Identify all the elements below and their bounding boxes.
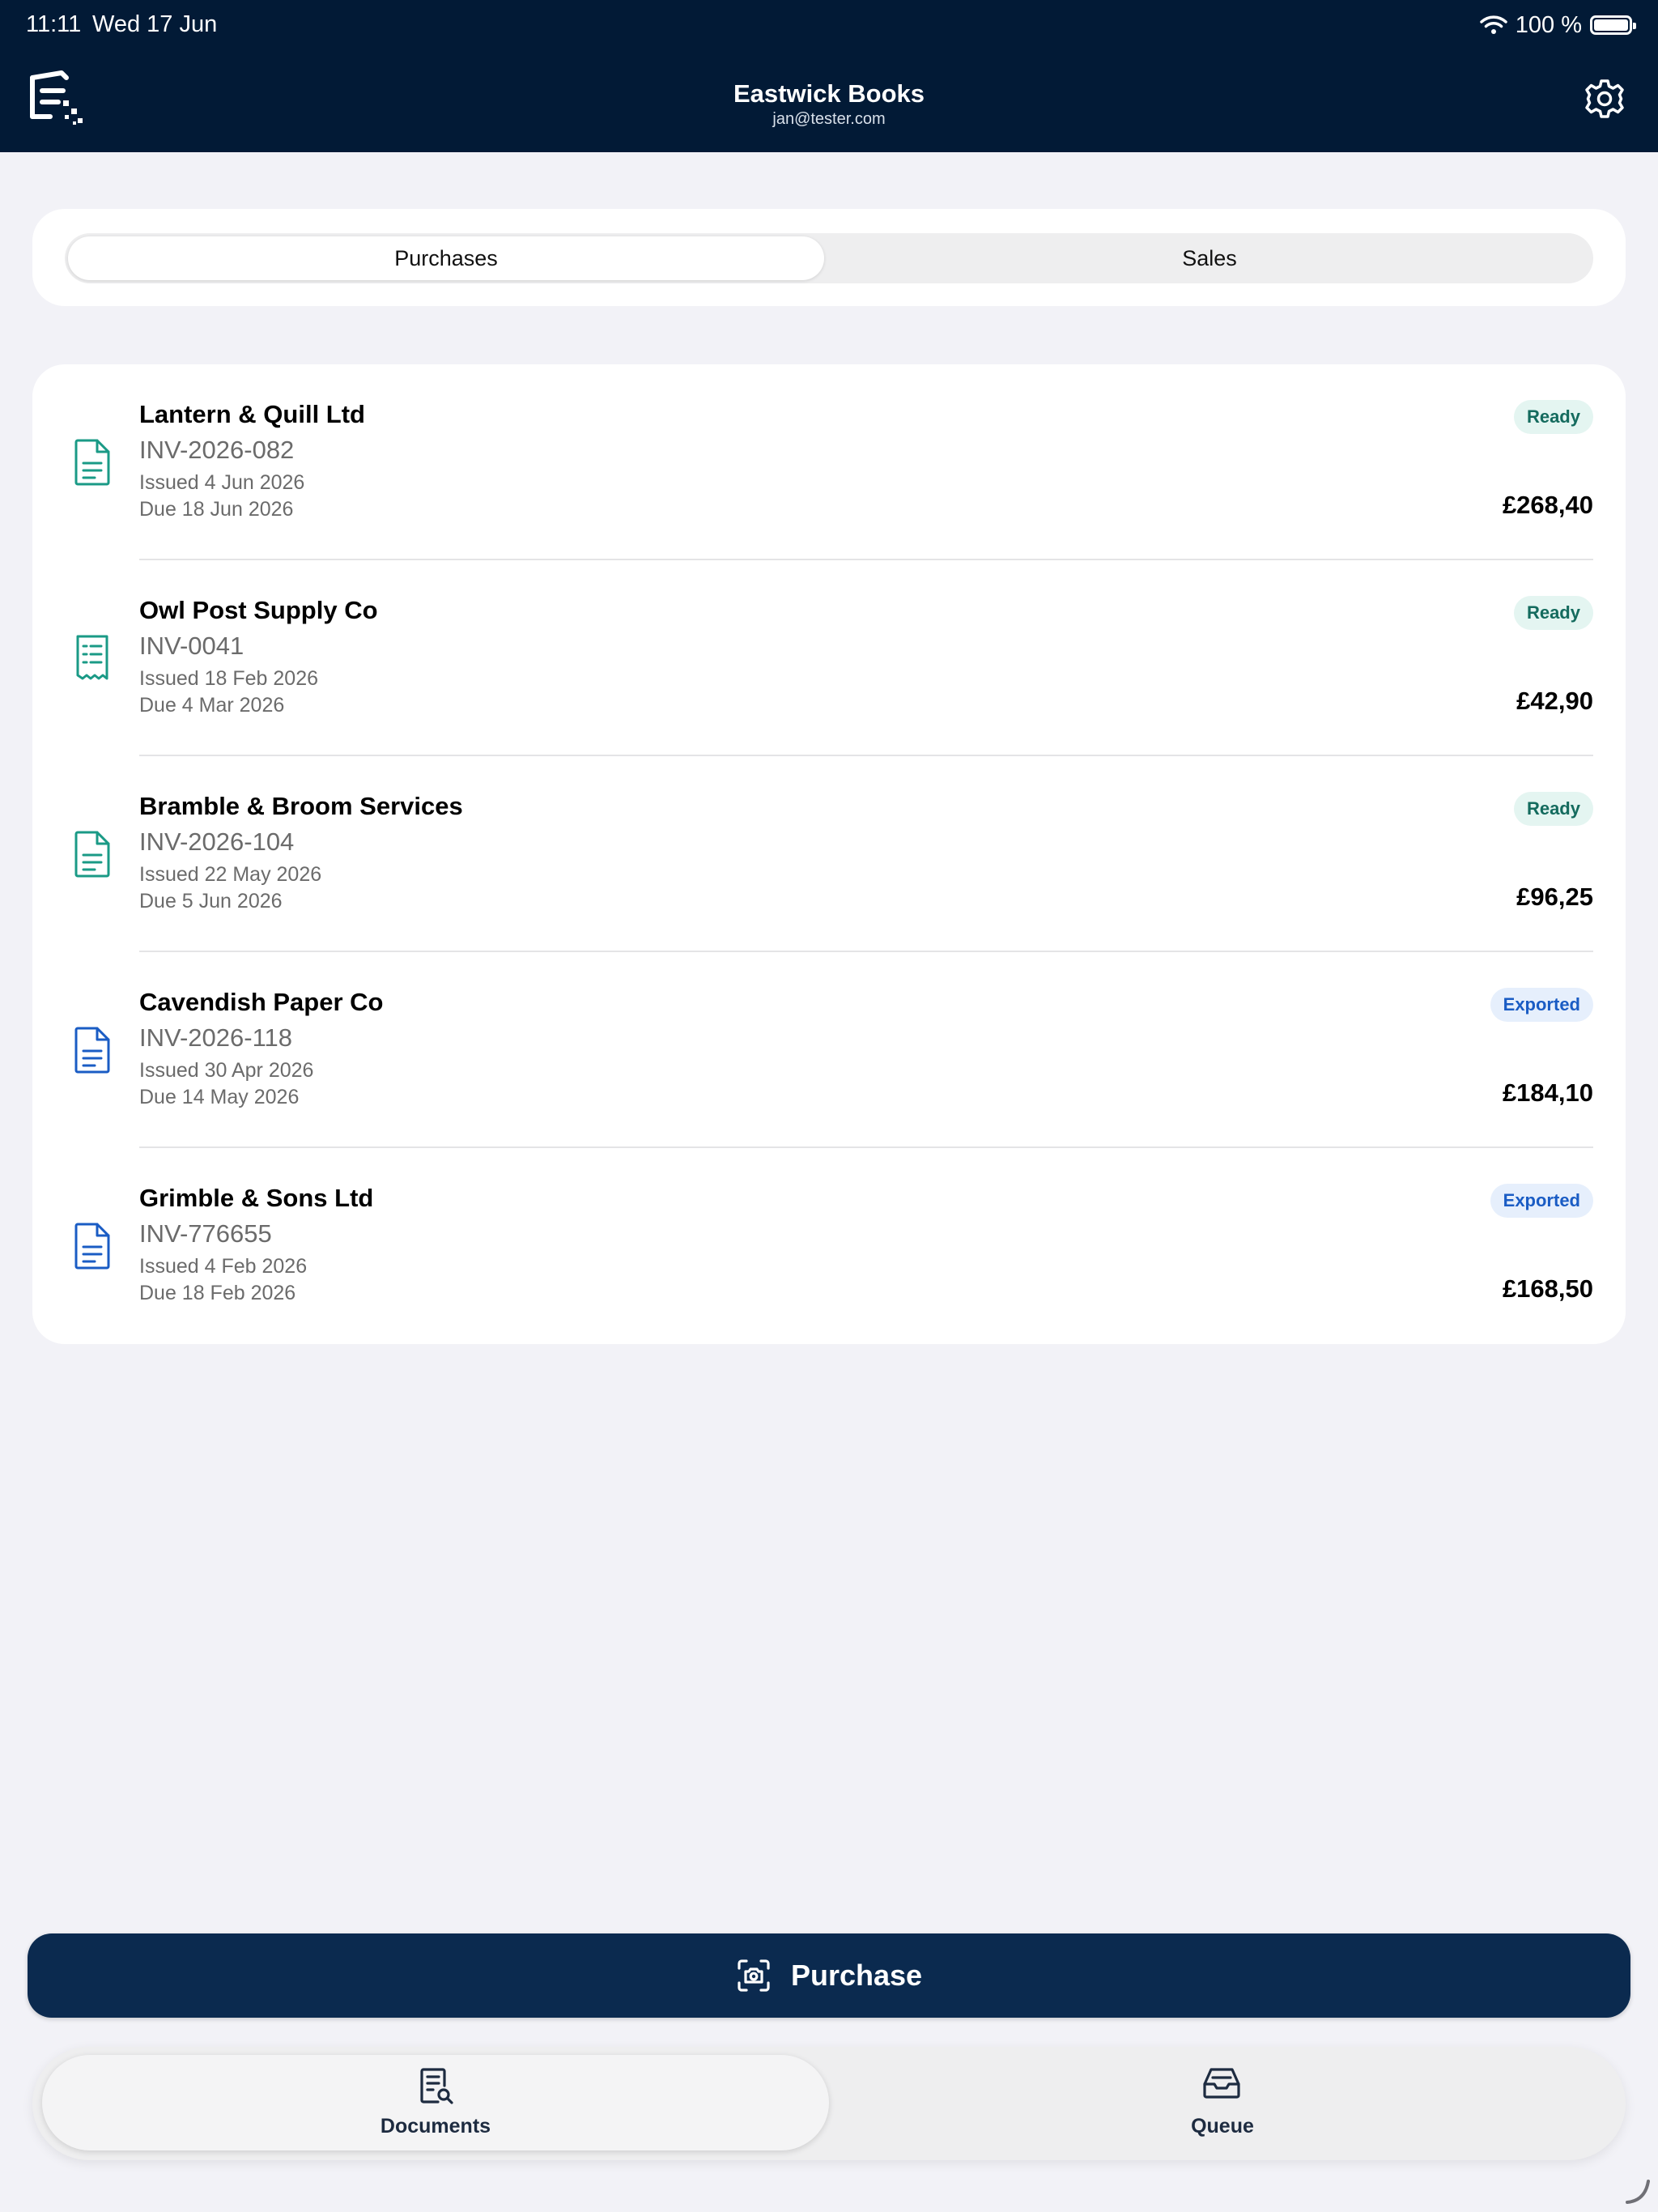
segment-card: Purchases Sales [32, 209, 1626, 306]
app-screen: 11:11 Wed 17 Jun 100 % Eastwick Books ja… [0, 0, 1658, 2212]
document-icon [74, 831, 110, 878]
purchase-button[interactable]: Purchase [28, 1933, 1630, 2018]
tab-bar: Documents Queue [32, 2047, 1626, 2160]
inbox-tray-icon [1203, 2068, 1240, 2099]
invoice-number: INV-2026-118 [139, 1023, 292, 1052]
purchase-button-label: Purchase [790, 1959, 923, 1992]
invoice-number: INV-2026-104 [139, 827, 295, 856]
amount: £168,50 [1502, 1274, 1593, 1303]
vendor-name: Owl Post Supply Co [139, 596, 378, 624]
list-item[interactable]: Lantern & Quill Ltd INV-2026-082 Issued … [32, 364, 1626, 560]
issued-date: Issued 4 Jun 2026 [139, 471, 305, 494]
status-badge: Ready [1513, 400, 1593, 434]
status-badge: Exported [1490, 988, 1593, 1022]
amount: £268,40 [1502, 491, 1593, 519]
status-bar: 11:11 Wed 17 Jun 100 % [0, 0, 1658, 52]
resize-handle-icon[interactable] [1622, 2176, 1652, 2206]
segment-purchases[interactable]: Purchases [68, 236, 824, 280]
user-email: jan@tester.com [772, 110, 886, 128]
status-badge: Ready [1513, 792, 1593, 826]
tab-documents[interactable]: Documents [42, 2055, 829, 2150]
segmented-control: Purchases Sales [65, 233, 1593, 283]
issued-date: Issued 18 Feb 2026 [139, 667, 318, 690]
document-list: Lantern & Quill Ltd INV-2026-082 Issued … [32, 364, 1626, 1344]
tab-documents-label: Documents [380, 2115, 491, 2138]
settings-gear-icon[interactable] [1584, 78, 1626, 120]
battery-percentage: 100 % [1515, 11, 1582, 38]
list-item[interactable]: Bramble & Broom Services INV-2026-104 Is… [32, 756, 1626, 952]
status-time: 11:11 [26, 11, 82, 37]
company-name: Eastwick Books [733, 79, 925, 108]
due-date: Due 14 May 2026 [139, 1086, 300, 1108]
document-icon [74, 1027, 110, 1074]
receipt-icon [76, 635, 108, 680]
issued-date: Issued 4 Feb 2026 [139, 1255, 308, 1278]
invoice-number: INV-776655 [139, 1219, 272, 1248]
issued-date: Issued 30 Apr 2026 [139, 1059, 314, 1082]
due-date: Due 5 Jun 2026 [139, 890, 283, 912]
status-indicators: 100 % [1480, 10, 1636, 40]
vendor-name: Bramble & Broom Services [139, 792, 463, 820]
issued-date: Issued 22 May 2026 [139, 863, 322, 886]
invoice-number: INV-0041 [139, 632, 244, 660]
document-icon [74, 439, 110, 486]
list-item[interactable]: Grimble & Sons Ltd INV-776655 Issued 4 F… [32, 1148, 1626, 1344]
camera-scan-icon [738, 1959, 770, 1992]
app-header: 11:11 Wed 17 Jun 100 % Eastwick Books ja… [0, 0, 1658, 152]
amount: £96,25 [1516, 883, 1593, 911]
document-search-icon [420, 2068, 453, 2104]
amount: £184,10 [1502, 1078, 1593, 1107]
invoice-number: INV-2026-082 [139, 436, 295, 464]
segment-sales[interactable]: Sales [829, 236, 1590, 280]
tab-queue[interactable]: Queue [829, 2115, 1616, 2138]
status-badge: Exported [1490, 1184, 1593, 1218]
status-date: Wed 17 Jun [92, 11, 218, 37]
amount: £42,90 [1516, 687, 1593, 715]
document-icon [74, 1223, 110, 1270]
vendor-name: Cavendish Paper Co [139, 988, 384, 1016]
status-badge: Ready [1513, 596, 1593, 630]
vendor-name: Lantern & Quill Ltd [139, 400, 365, 428]
list-item[interactable]: Cavendish Paper Co INV-2026-118 Issued 3… [32, 952, 1626, 1148]
vendor-name: Grimble & Sons Ltd [139, 1184, 374, 1212]
list-item[interactable]: Owl Post Supply Co INV-0041 Issued 18 Fe… [32, 560, 1626, 756]
due-date: Due 4 Mar 2026 [139, 694, 285, 717]
due-date: Due 18 Feb 2026 [139, 1282, 296, 1304]
due-date: Due 18 Jun 2026 [139, 498, 294, 521]
battery-icon [1590, 15, 1636, 35]
wifi-icon [1480, 15, 1507, 34]
